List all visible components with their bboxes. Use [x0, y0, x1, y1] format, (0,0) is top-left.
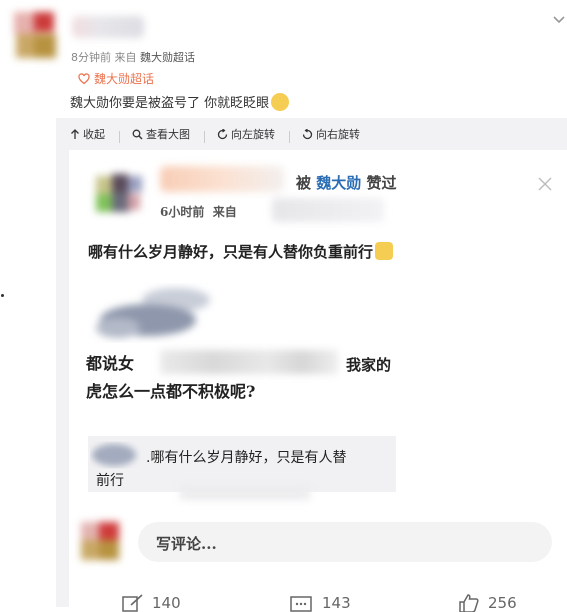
collapse-label: 收起 [83, 128, 105, 141]
liked-by-name: 魏大勋 [316, 174, 362, 192]
post-body: 魏大勋你要是被盗号了 你就眨眨眼 [70, 96, 270, 111]
rotate-right-icon [302, 128, 313, 139]
collapse-button[interactable]: 收起 [70, 126, 105, 142]
comment-count: 143 [322, 594, 351, 612]
question-line-1-end: 我家的 [346, 356, 392, 374]
search-icon [132, 129, 143, 139]
rotate-left-label: 向左旋转 [231, 128, 275, 141]
smile-emoji-icon [375, 242, 394, 260]
quote-line-1: .哪有什么岁月静好，只是有人替 [146, 450, 347, 466]
topic-label: 魏大勋超话 [94, 72, 155, 86]
wink-emoji-icon [271, 93, 290, 111]
question-line-2: 虎怎么一点都不积极呢? [86, 382, 256, 401]
toolbar-divider [119, 130, 120, 143]
quote-blur-image [90, 438, 150, 472]
card-post-text: 哪有什么岁月静好，只是有人替你负重前行 [88, 241, 394, 262]
comment-icon [290, 596, 312, 612]
rotate-right-button[interactable]: 向右旋转 [302, 126, 360, 142]
thumbs-up-icon [459, 594, 479, 612]
comment-avatar [79, 520, 121, 562]
repost-button[interactable]: 140 [122, 594, 181, 612]
close-icon [538, 176, 552, 195]
post-meta: 8分钟前 来自 魏大勋超话 [71, 49, 195, 65]
post-text: 魏大勋你要是被盗号了 你就眨眨眼 [70, 92, 290, 111]
post-time: 8分钟前 来自 [71, 51, 137, 64]
rotate-left-icon [217, 128, 228, 139]
toolbar-divider [289, 130, 290, 143]
liked-suffix: 赞过 [366, 174, 397, 192]
liked-prefix: 被 [296, 174, 312, 192]
post-source-link[interactable]: 魏大勋超话 [140, 51, 195, 64]
like-count: 256 [488, 594, 517, 612]
collapse-icon [71, 128, 79, 139]
card-from: 来自 [212, 205, 237, 219]
question-line-1: 都说女 [86, 354, 135, 373]
repost-icon [122, 594, 143, 612]
liked-by: 被 魏大勋 赞过 [296, 172, 397, 193]
card-time: 6小时前 [160, 205, 205, 219]
chevron-down-icon[interactable] [552, 14, 566, 26]
view-large-label: 查看大图 [146, 128, 190, 141]
quote-line-2: 前行 [96, 473, 124, 489]
username-redacted[interactable] [72, 16, 144, 38]
media-toolbar: 收起 查看大图 向左旋转 向右旋转 [70, 126, 374, 143]
toolbar-divider [204, 130, 205, 143]
avatar[interactable] [4, 4, 60, 68]
card-avatar [86, 170, 146, 218]
comment-button[interactable]: 143 [290, 594, 351, 612]
topic-icon [78, 73, 90, 85]
view-large-button[interactable]: 查看大图 [132, 126, 190, 142]
topic-link[interactable]: 魏大勋超话 [78, 70, 154, 87]
blurred-image [88, 282, 218, 348]
quote-redacted [180, 486, 310, 500]
comment-placeholder: 写评论... [156, 535, 217, 553]
rotate-right-label: 向右旋转 [316, 128, 360, 141]
rotate-left-button[interactable]: 向左旋转 [217, 126, 275, 142]
stray-dot [1, 294, 4, 297]
card-meta: 6小时前 来自 [160, 203, 237, 220]
card-source-redacted [272, 198, 384, 222]
like-button[interactable]: 256 [458, 594, 517, 612]
card-username-redacted [160, 166, 284, 192]
question-redacted [160, 350, 338, 374]
card-post-body: 哪有什么岁月静好，只是有人替你负重前行 [88, 243, 374, 261]
repost-count: 140 [152, 594, 181, 612]
